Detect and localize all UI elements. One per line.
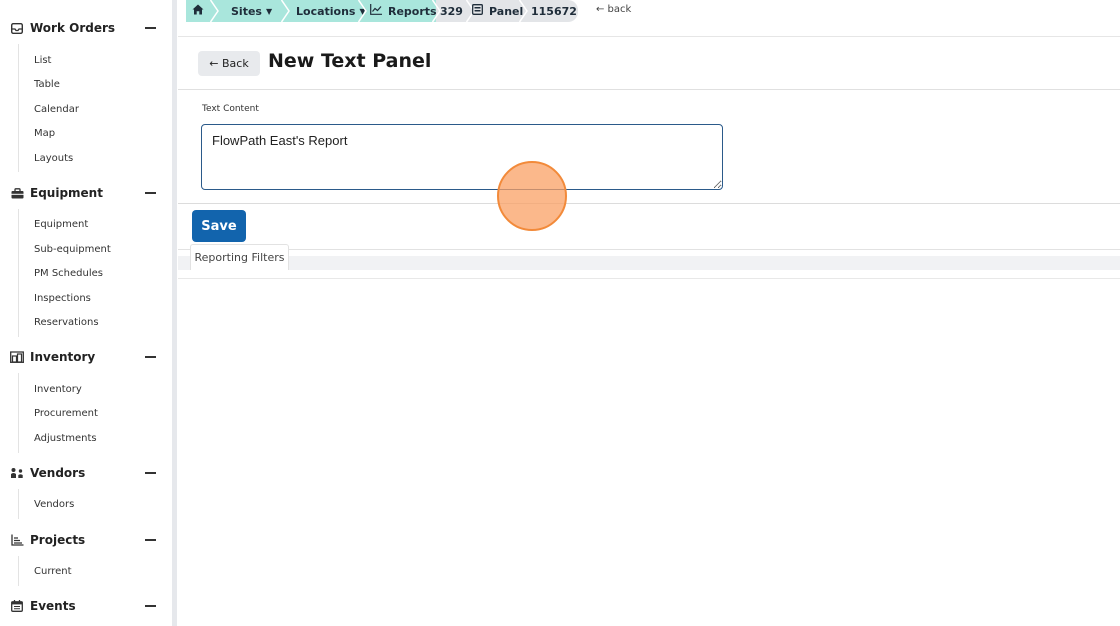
section-divider	[18, 44, 19, 172]
sidebar-item-table[interactable]: Table	[34, 79, 60, 90]
sidebar-item-equipment[interactable]: Equipment	[34, 219, 88, 230]
divider	[178, 203, 1120, 204]
sidebar-section-work-orders[interactable]: Work Orders	[10, 18, 160, 38]
sidebar-item-pm-schedules[interactable]: PM Schedules	[34, 268, 103, 279]
section-divider	[18, 209, 19, 337]
divider	[178, 278, 1120, 279]
breadcrumb-locations[interactable]: Locations ▼	[296, 0, 366, 22]
text-content-input[interactable]	[201, 124, 723, 190]
sidebar-section-title: Inventory	[30, 350, 96, 364]
collapse-icon[interactable]	[145, 356, 156, 358]
app-root: Work Orders List Table Calendar Map Layo…	[0, 0, 1120, 626]
breadcrumb-sites-label: Sites	[231, 4, 262, 18]
divider	[178, 36, 1120, 37]
breadcrumb-sites[interactable]: Sites ▼	[231, 0, 272, 22]
breadcrumb-reports-label: Reports	[388, 4, 437, 18]
sidebar-section-title: Vendors	[30, 466, 86, 480]
vendors-icon	[10, 466, 24, 480]
sidebar-item-sub-equipment[interactable]: Sub-equipment	[34, 244, 111, 255]
sidebar-section-vendors[interactable]: Vendors	[10, 463, 160, 483]
panel-icon	[472, 4, 483, 18]
breadcrumb-report-id[interactable]: 329	[440, 0, 463, 22]
calendar-icon	[10, 599, 24, 613]
breadcrumb-locations-label: Locations	[296, 4, 356, 18]
collapse-icon[interactable]	[145, 605, 156, 607]
sidebar-section-projects[interactable]: Projects	[10, 530, 160, 550]
breadcrumb-home[interactable]	[192, 0, 204, 22]
text-content-label: Text Content	[202, 104, 259, 114]
section-divider	[18, 373, 19, 453]
back-link[interactable]: ← back	[596, 4, 631, 15]
breadcrumb-separator	[281, 0, 290, 22]
sidebar-section-title: Equipment	[30, 186, 103, 200]
sidebar-section-title: Work Orders	[30, 21, 116, 35]
breadcrumb-panel[interactable]: Panel	[472, 0, 523, 22]
page-title: New Text Panel	[268, 50, 432, 72]
sidebar-item-inventory[interactable]: Inventory	[34, 384, 82, 395]
inbox-icon	[10, 21, 24, 35]
sidebar-section-events[interactable]: Events	[10, 596, 160, 616]
collapse-icon[interactable]	[145, 539, 156, 541]
line-chart-icon	[370, 4, 382, 18]
projects-icon	[10, 533, 24, 547]
sidebar-item-calendar[interactable]: Calendar	[34, 104, 79, 115]
divider	[178, 249, 1120, 250]
sidebar-item-reservations[interactable]: Reservations	[34, 317, 99, 328]
breadcrumb-separator	[210, 0, 219, 22]
sidebar-item-current[interactable]: Current	[34, 566, 72, 577]
reporting-filters-bar	[178, 256, 1120, 270]
sidebar-item-list[interactable]: List	[34, 55, 51, 66]
equipment-icon	[10, 186, 24, 200]
click-indicator	[497, 161, 567, 231]
sidebar-item-map[interactable]: Map	[34, 128, 55, 139]
breadcrumb-reports[interactable]: Reports	[370, 0, 437, 22]
divider	[178, 89, 1120, 90]
section-divider	[18, 556, 19, 586]
sidebar-section-equipment[interactable]: Equipment	[10, 183, 160, 203]
home-icon	[192, 4, 204, 18]
sidebar-item-vendors[interactable]: Vendors	[34, 499, 74, 510]
sidebar-section-title: Events	[30, 599, 76, 613]
sidebar-section-inventory[interactable]: Inventory	[10, 347, 160, 367]
caret-down-icon: ▼	[265, 6, 273, 16]
collapse-icon[interactable]	[145, 192, 156, 194]
save-button[interactable]: Save	[192, 210, 246, 242]
back-button[interactable]: ← Back	[198, 51, 260, 76]
breadcrumb-separator	[519, 0, 528, 22]
collapse-icon[interactable]	[145, 472, 156, 474]
sidebar-scrollbar[interactable]	[172, 0, 177, 626]
sidebar-item-inspections[interactable]: Inspections	[34, 293, 91, 304]
sidebar-item-layouts[interactable]: Layouts	[34, 153, 73, 164]
breadcrumb-separator	[358, 0, 367, 22]
sidebar: Work Orders List Table Calendar Map Layo…	[0, 0, 172, 626]
tab-reporting-filters[interactable]: Reporting Filters	[190, 244, 289, 270]
breadcrumb-panel-id[interactable]: 115672	[531, 0, 577, 22]
section-divider	[18, 489, 19, 519]
collapse-icon[interactable]	[145, 27, 156, 29]
sidebar-item-procurement[interactable]: Procurement	[34, 408, 98, 419]
sidebar-item-adjustments[interactable]: Adjustments	[34, 433, 97, 444]
sidebar-section-title: Projects	[30, 533, 86, 547]
inventory-icon	[10, 350, 24, 364]
